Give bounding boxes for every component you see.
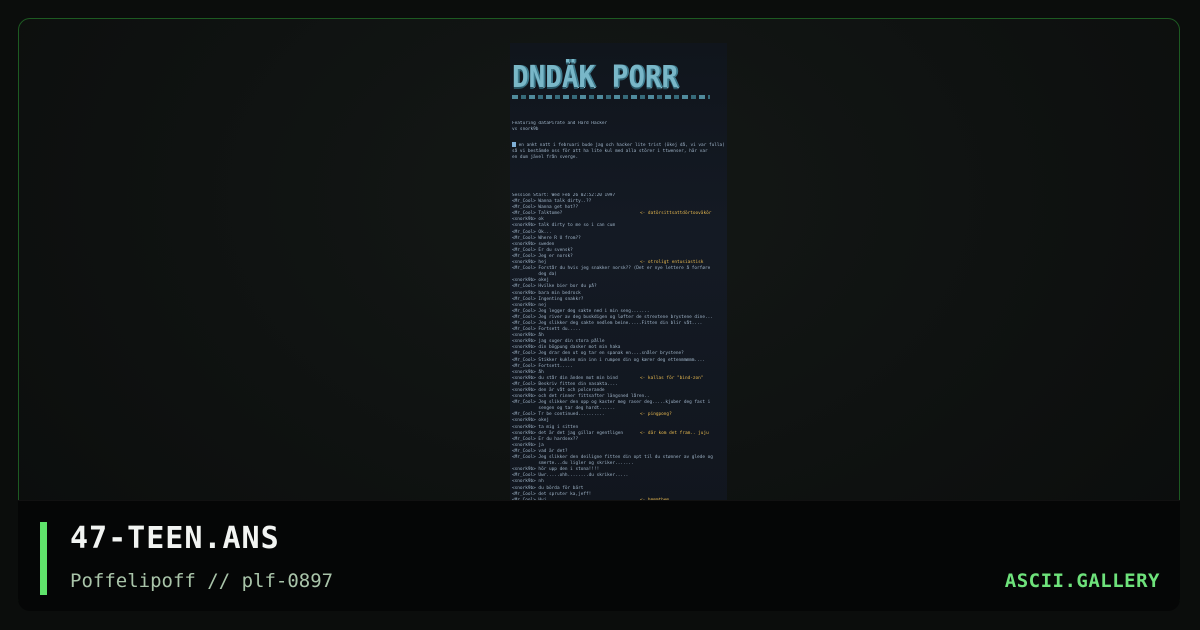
chat-line-text: sengen og tar deg hardt...... [512, 406, 616, 412]
credits-line: vs snork9b [512, 127, 539, 133]
chat-line-text: <Mr_Cool> Hvilke bier bor du på? [512, 284, 597, 290]
chat-line-text: <Mr_Cool> Forstår du hvis jeg snakker no… [512, 266, 711, 272]
chat-line-text: <Mr_Cool> Er du hardsex?? [512, 436, 579, 442]
chat-line-text: <snork9b> du står din änden mot min bind [512, 375, 618, 381]
chat-line-text: <snork9b> ok [512, 217, 544, 223]
chat-line-text: <Mr_Cool> Jeg slikker den opp og kaster … [512, 400, 711, 406]
chat-line-text: <snork9b> ja [512, 442, 544, 448]
chat-line-text: <Mr_Cool> Where R U from?? [512, 235, 581, 241]
artwork-logo: DNDÄK PORR [510, 53, 727, 113]
chat-line-text: <Mr_Cool> Fortsett du..... [512, 327, 581, 333]
artwork-logo-underline [512, 95, 710, 99]
chat-line-text: <snork9b> jag suger din stora pålle [512, 339, 605, 345]
chat-line-text: <snork9b> sweden [512, 241, 555, 247]
cursor-block-icon [512, 142, 516, 147]
chat-line-text: <Mr_Cool> Tr be continued.......... [512, 412, 605, 418]
chat-line-text: <Mr_Cool> Ok... [512, 229, 552, 235]
chat-line-text: <snork9b> bara min bedrock [512, 290, 581, 296]
chat-line-text: <snork9b> okej [512, 278, 550, 284]
chat-line-text: <snork9b> hör upp den i stona!!!! [512, 467, 600, 473]
chat-line-text: <Mr_Cool> Talktome? [512, 211, 563, 217]
chat-line-text: <snork9b> den är våt och polcerande [512, 388, 605, 393]
chat-line-text: <Mr_Cool> Jeg legger deg sakte ned i min… [512, 308, 650, 314]
chat-line-text: <Mr_Cool> Wanna talk dirty..?? [512, 199, 592, 205]
chat-line-text: <snork9b> åh [512, 369, 544, 375]
artist-subtitle: Poffelipoff // plf-0897 [70, 570, 334, 592]
chat-line-text: <Mr_Cool> vad är det? [512, 448, 568, 454]
ansi-artwork-image: DNDÄK PORR Featuring dataPirate and Hard… [510, 43, 727, 519]
chat-line-text: <Mr_Cool> det spruter ka,jeff! [512, 491, 592, 497]
chat-line-text: <Mr_Cool> Jeg drar den ut og tar en span… [512, 351, 684, 357]
chat-line-text: Session Start: Wed Feb 26 02:52:20 1997 [512, 193, 616, 198]
chat-line-text: <Mr_Cool> Jeg river av deg buskdigen og … [512, 314, 713, 320]
chat-line-text: <snork9b> hej [512, 260, 547, 266]
chat-line-text: <snork9b> du börda för bärt [512, 485, 584, 491]
chat-line-text: <Mr_Cool> Ingenting snakkr? [512, 296, 584, 302]
chat-line-text: <snork9b> och det rinner fittsafter läng… [512, 394, 650, 400]
chat-line-text: <Mr_Cool> Jeg er norsk? [512, 253, 573, 259]
chat-line-text: smerte...du ligler og skriker....... [512, 461, 634, 467]
chat-line-text: <Mr_Cool> Fortsett..... [512, 363, 573, 369]
chat-line-text: <snork9b> nej [512, 302, 547, 308]
artwork-title: 47-TEEN.ANS [70, 521, 280, 556]
chat-line-text: <snork9b> åh [512, 333, 544, 339]
chat-line-text: <Mr_Cool> Stikker kuklen min inn i rumpe… [512, 357, 705, 363]
chat-line-text: deg da) [512, 272, 557, 278]
chat-line-text: <snork9b> din bögpung dasker mot min hak… [512, 345, 621, 351]
site-brand-link[interactable]: ASCII.GALLERY [1005, 570, 1160, 592]
footer-bar: 47-TEEN.ANS Poffelipoff // plf-0897 ASCI… [18, 500, 1180, 611]
artwork-credits: Featuring dataPirate and Hard Hacker vs s… [512, 121, 725, 133]
chat-line-text: <Mr_Cool> Er du svensk? [512, 247, 573, 253]
intro-line: en dum jävel från sverge. [512, 155, 579, 161]
artwork-intro: en ankt natt i februari bude jag och hac… [512, 142, 725, 161]
accent-bar [40, 522, 47, 595]
chat-line-text: <snork9b> nh [512, 479, 544, 485]
chat-line-text: <Mr_Cool> Jeg slikker den deiligne fitte… [512, 455, 713, 461]
chat-log: Session Start: Wed Feb 26 02:52:20 1997 <… [512, 193, 725, 519]
chat-line-text: <Mr_Cool> Uwr.....ohh........du skriker.… [512, 473, 629, 479]
chat-line-text: <Mr_Cool> Beskriv fitten din nasakta.... [512, 381, 618, 387]
intro-line: en ankt natt i februari bude jag och hac… [518, 143, 725, 148]
chat-line-text: <snork9b> okej [512, 418, 550, 424]
chat-line-text: <Mr_Cool> Wanna get hot?? [512, 205, 579, 211]
chat-line-text: <snork9b> talk dirty to me so i can cum [512, 223, 616, 229]
chat-line-text: <Mr_Cool> Jeg slikker deg sakte nedlem b… [512, 320, 703, 326]
artwork-logo-text: DNDÄK PORR [512, 60, 679, 95]
chat-line-text: <snork9b> det är det jag gillar egentlig… [512, 430, 624, 436]
chat-line-text: <snork9b> ta mig i sitten [512, 424, 579, 430]
